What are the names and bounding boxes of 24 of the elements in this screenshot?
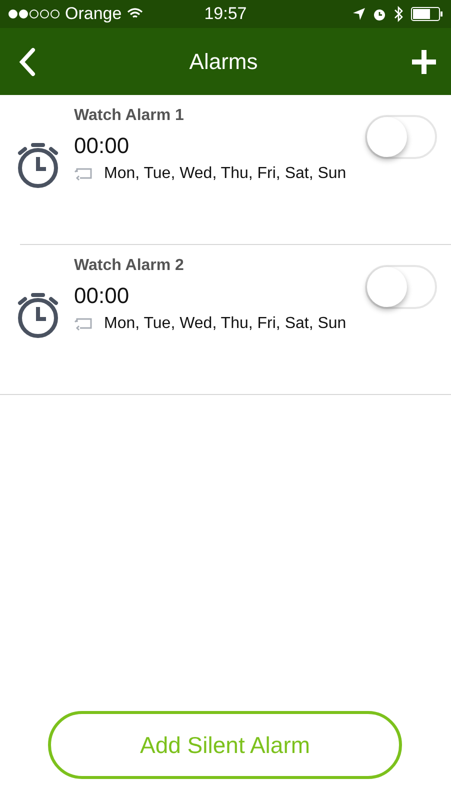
alarm-toggle[interactable] — [365, 115, 437, 159]
back-button[interactable] — [18, 46, 36, 76]
repeat-icon — [74, 167, 94, 181]
status-time: 19:57 — [203, 4, 248, 24]
bluetooth-icon — [394, 6, 403, 22]
alarm-name: Watch Alarm 2 — [74, 257, 185, 275]
wifi-icon — [126, 8, 143, 20]
alarm-name: Watch Alarm 1 — [74, 107, 185, 125]
alarm-time: 00:00 — [74, 283, 130, 309]
stopwatch-icon — [16, 291, 60, 339]
repeat-icon — [74, 317, 94, 331]
alarm-clock-icon — [373, 8, 386, 20]
screen-title: Alarms — [189, 48, 258, 74]
battery-icon — [411, 7, 443, 21]
carrier-name: Orange — [65, 4, 122, 24]
stopwatch-icon — [16, 141, 60, 189]
add-silent-alarm-button[interactable]: Add Silent Alarm — [48, 711, 402, 779]
signal-icon — [8, 9, 60, 19]
repeat-days: Mon, Tue, Wed, Thu, Fri, Sat, Sun — [104, 165, 346, 183]
alarm-toggle[interactable] — [365, 265, 437, 309]
repeat-days: Mon, Tue, Wed, Thu, Fri, Sat, Sun — [104, 315, 346, 333]
location-icon — [353, 8, 365, 20]
alarm-time: 00:00 — [74, 133, 130, 159]
add-button[interactable] — [410, 48, 437, 74]
